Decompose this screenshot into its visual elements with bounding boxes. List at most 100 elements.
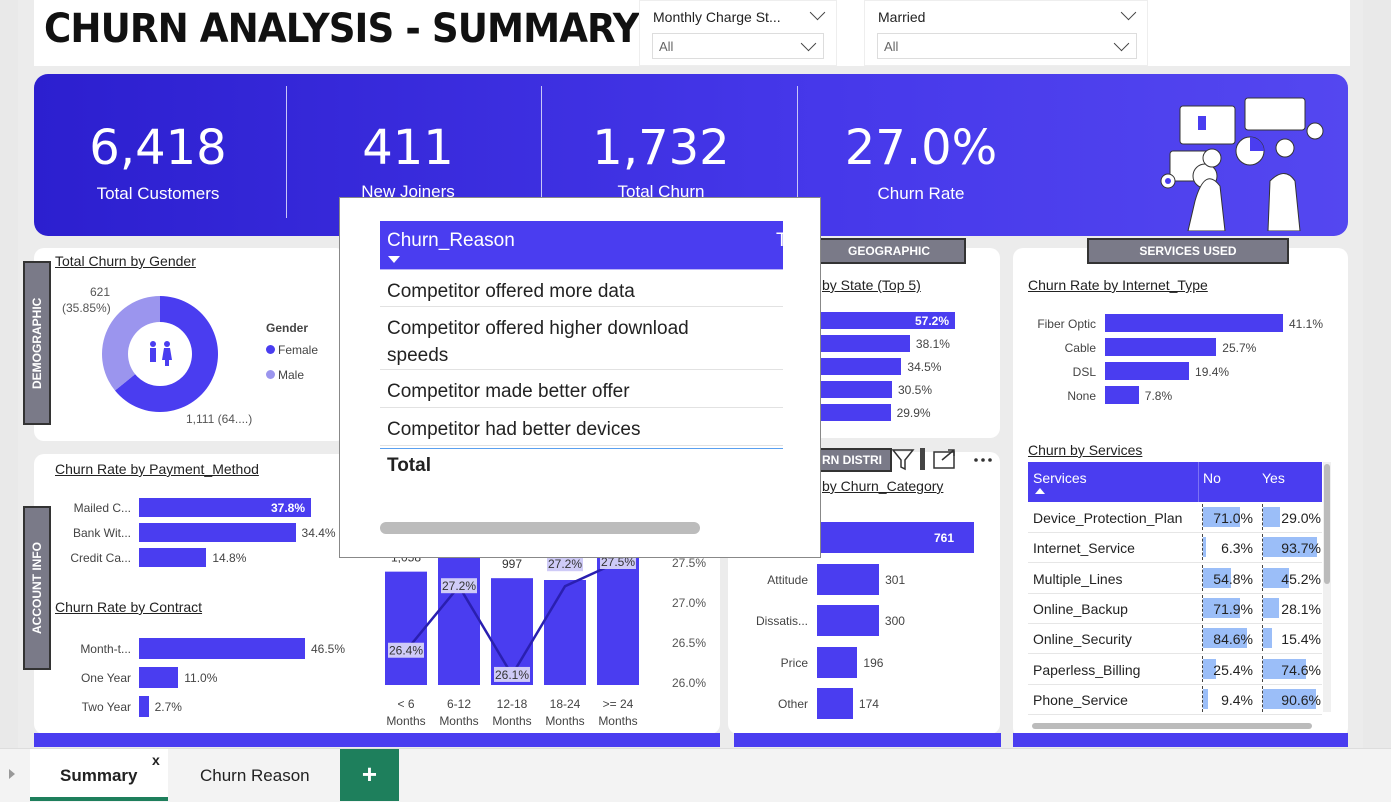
matrix-header-yes[interactable]: Yes	[1262, 470, 1285, 486]
slicer-married[interactable]: Married All	[864, 0, 1148, 66]
table-row[interactable]: Multiple_Lines 54.8% 45.2%	[1028, 563, 1322, 594]
popup-header[interactable]: Churn_Reason T	[380, 221, 788, 269]
bar[interactable]	[820, 381, 892, 398]
bar[interactable]	[139, 548, 207, 567]
slicer-dropdown[interactable]: All	[652, 33, 824, 59]
legend-male[interactable]: Male	[266, 368, 304, 382]
slicer-monthly-charge[interactable]: Monthly Charge St... All	[639, 0, 837, 66]
bar[interactable]	[817, 605, 879, 636]
tenure-category-label: 12-18	[497, 697, 528, 711]
table-row[interactable]: Device_Protection_Plan 71.0% 29.0%	[1028, 502, 1322, 533]
matrix-header-services[interactable]: Services	[1033, 470, 1087, 486]
bar-category-label: Two Year	[81, 700, 131, 714]
table-row[interactable]: Phone_Service 9.4% 90.6%	[1028, 684, 1322, 715]
no-value: 6.3%	[1221, 540, 1253, 557]
scroll-left-icon[interactable]	[9, 769, 15, 779]
yes-value: 90.6%	[1281, 691, 1321, 708]
popup-row[interactable]: Competitor offered higher download speed…	[380, 307, 783, 370]
bar[interactable]	[820, 404, 891, 421]
popup-row[interactable]: Competitor had better devices	[380, 408, 783, 446]
matrix-vertical-scrollbar[interactable]	[1323, 462, 1331, 712]
bar-value-label: 300	[884, 614, 905, 628]
bar[interactable]	[820, 335, 910, 352]
bar-category-label: Credit Ca...	[70, 551, 131, 565]
separator-icon	[920, 448, 925, 470]
bar[interactable]	[1105, 314, 1283, 332]
legend-female[interactable]: Female	[266, 343, 318, 357]
popup-row[interactable]: Competitor offered more data	[380, 270, 783, 307]
popup-row[interactable]: Competitor made better offer	[380, 370, 783, 408]
matrix-header-no[interactable]: No	[1203, 470, 1221, 486]
bar[interactable]	[1105, 338, 1217, 356]
popup-row-label: Competitor offered higher download speed…	[387, 318, 689, 366]
internet-type-bar-chart[interactable]: Fiber Optic 41.1% Cable 25.7% DSL 19.4% None 7.…	[1020, 314, 1340, 414]
matrix-horizontal-scrollbar[interactable]	[1030, 722, 1320, 730]
payment-bar-chart[interactable]: Mailed C... 37.8% Bank Wit... 34.4% Credit C…	[40, 498, 370, 578]
bar[interactable]	[139, 696, 149, 717]
visual-header-toolbar	[890, 445, 1000, 473]
analytics-illustration	[1160, 97, 1324, 231]
kpi-total-customers-value: 6,418	[89, 120, 227, 176]
bar[interactable]	[817, 688, 853, 719]
table-row[interactable]: Paperless_Billing 25.4% 74.6%	[1028, 654, 1322, 685]
popup-total: Total	[387, 455, 431, 476]
add-page-button[interactable]: +	[340, 749, 399, 801]
chevron-down-icon[interactable]	[1120, 4, 1137, 21]
bar[interactable]	[139, 638, 305, 659]
bar[interactable]	[1105, 362, 1190, 380]
bar-value-label: 174	[858, 697, 879, 711]
table-row[interactable]: Online_Security 84.6% 15.4%	[1028, 623, 1322, 655]
yes-value: 74.6%	[1281, 661, 1321, 678]
tab-churn-reason[interactable]: Churn Reason	[170, 749, 338, 801]
demographic-side-tab: DEMOGRAPHIC	[23, 261, 51, 425]
scrollbar-thumb[interactable]	[1032, 723, 1312, 729]
popup-row-label: Competitor had better devices	[387, 419, 641, 440]
tenure-category-label: Months	[492, 714, 531, 728]
contract-bar-chart[interactable]: Month-t... 46.5% One Year 11.0% Two Year 2.7%	[40, 638, 370, 723]
tenure-category-label: >= 24	[603, 697, 634, 711]
tenure-combo-chart[interactable]: 1,058< 6Months1,2966-12Months99712-18Mon…	[378, 530, 720, 730]
table-row[interactable]: Online_Backup 71.9% 28.1%	[1028, 593, 1322, 624]
yes-value: 15.4%	[1281, 631, 1321, 648]
tenure-bar[interactable]	[544, 580, 586, 685]
bar[interactable]	[139, 667, 179, 688]
bar-value-label: 301	[885, 572, 906, 587]
popup-horizontal-scrollbar[interactable]	[380, 522, 700, 534]
close-icon[interactable]: x	[152, 752, 160, 768]
tenure-category-label: Months	[386, 714, 425, 728]
scrollbar-thumb[interactable]	[1324, 464, 1330, 584]
tenure-bar[interactable]	[438, 546, 480, 685]
bar-category-label: Fiber Optic	[1037, 317, 1096, 331]
sort-ascending-icon	[1035, 488, 1045, 494]
service-name: Online_Backup	[1033, 600, 1128, 617]
filter-icon[interactable]	[891, 449, 915, 471]
kpi-divider	[286, 86, 287, 218]
focus-mode-icon[interactable]	[933, 449, 955, 469]
service-name: Paperless_Billing	[1033, 661, 1141, 678]
service-name: Phone_Service	[1033, 691, 1128, 708]
bar[interactable]	[139, 523, 296, 542]
bar-category-label: Bank Wit...	[72, 526, 131, 540]
gender-donut-chart[interactable]	[98, 292, 222, 416]
state-bar-chart[interactable]: 57.2% 38.1% 34.5% 30.5% 29.9%	[820, 312, 995, 427]
bar[interactable]	[817, 563, 880, 595]
bar-value-label: 34.4%	[301, 526, 336, 540]
tab-summary[interactable]: Summary x	[30, 749, 168, 801]
yes-value: 45.2%	[1281, 570, 1321, 587]
bar[interactable]	[820, 358, 902, 375]
rate-data-label: 27.2%	[442, 579, 476, 593]
bar[interactable]	[817, 646, 858, 678]
state-chart-title: by State (Top 5)	[822, 277, 921, 293]
no-value: 9.4%	[1221, 691, 1253, 708]
bar[interactable]	[1105, 386, 1139, 404]
services-matrix: Services No Yes Device_Protection_Plan 71…	[1028, 462, 1322, 734]
bar-value-label: 29.9%	[896, 406, 931, 420]
table-row[interactable]: Internet_Service 6.3% 93.7%	[1028, 532, 1322, 564]
popup-total-divider	[380, 448, 783, 449]
chevron-down-icon[interactable]	[809, 4, 826, 21]
bar-category-label: None	[1067, 389, 1096, 403]
tenure-bar[interactable]	[385, 571, 427, 685]
slicer-dropdown[interactable]: All	[877, 33, 1137, 59]
more-options-icon[interactable]	[974, 458, 992, 462]
bar-value-label: 46.5%	[311, 642, 346, 656]
